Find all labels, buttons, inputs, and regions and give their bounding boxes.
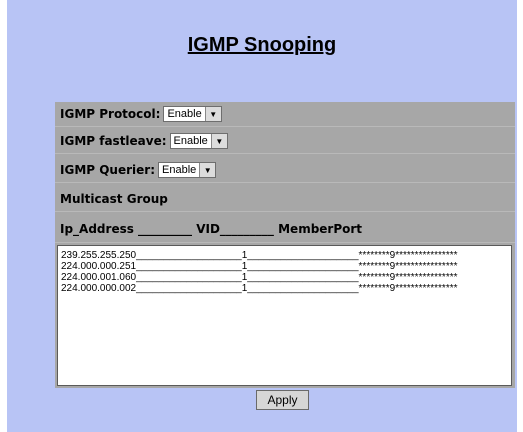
protocol-row: IGMP Protocol: Enable ▼ [55,102,515,127]
fastleave-select[interactable]: Enable ▼ [169,133,228,149]
column-header-row: Ip_Address _________ VID_________ Member… [55,215,515,243]
igmp-settings-panel: IGMP Protocol: Enable ▼ IGMP fastleave: … [55,102,515,388]
list-item[interactable]: 239.255.255.250___________________1_____… [61,250,508,261]
querier-row: IGMP Querier: Enable ▼ [55,158,515,183]
list-item[interactable]: 224.000.000.251___________________1_____… [61,261,508,272]
chevron-down-icon: ▼ [199,163,216,177]
querier-label: IGMP Querier: [60,163,155,177]
protocol-select-value: Enable [167,108,202,120]
chevron-down-icon: ▼ [204,107,221,121]
querier-select-value: Enable [162,164,197,176]
fastleave-row: IGMP fastleave: Enable ▼ [55,129,515,154]
content-frame: IGMP Snooping IGMP Protocol: Enable ▼ IG… [7,0,517,432]
multicast-group-label: Multicast Group [60,192,168,206]
multicast-group-list[interactable]: 239.255.255.250___________________1_____… [57,245,512,386]
protocol-select[interactable]: Enable ▼ [163,106,222,122]
multicast-group-row: Multicast Group [55,187,515,212]
querier-select[interactable]: Enable ▼ [158,162,217,178]
apply-button[interactable]: Apply [256,390,309,410]
fastleave-select-value: Enable [173,135,208,147]
list-item[interactable]: 224.000.001.060___________________1_____… [61,272,508,283]
protocol-label: IGMP Protocol: [60,107,161,121]
column-header: Ip_Address _________ VID_________ Member… [60,221,363,236]
page-title: IGMP Snooping [187,34,337,56]
fastleave-label: IGMP fastleave: [60,134,167,148]
chevron-down-icon: ▼ [210,134,227,148]
list-item[interactable]: 224.000.000.002___________________1_____… [61,283,508,294]
